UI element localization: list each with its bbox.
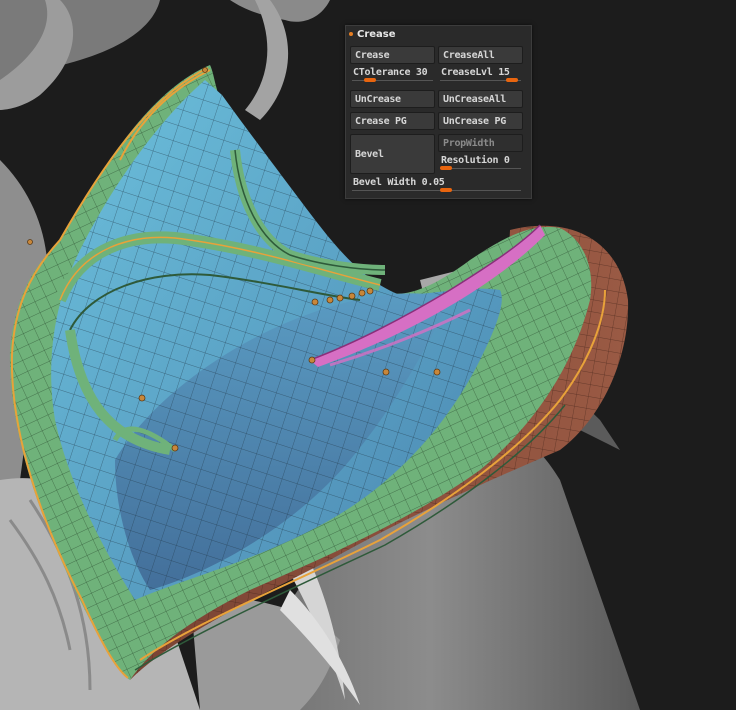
bevel-button[interactable]: Bevel (350, 134, 435, 174)
ctolerance-slider[interactable]: CTolerance 30 (350, 66, 435, 84)
crease-panel-title-label: Crease (357, 29, 396, 40)
resolution-label: Resolution 0 (441, 155, 510, 166)
uncrease-pg-button[interactable]: UnCrease PG (438, 112, 523, 130)
ctolerance-knob[interactable] (364, 78, 376, 82)
resolution-slider[interactable]: Resolution 0 (438, 154, 523, 172)
bevel-width-track (352, 190, 521, 191)
resolution-track (440, 168, 521, 169)
crease-panel: Crease Crease CreaseAll CTolerance 30 Cr… (345, 25, 532, 199)
crease-all-button[interactable]: CreaseAll (438, 46, 523, 64)
crease-lvl-knob[interactable] (506, 78, 518, 82)
prop-width-button[interactable]: PropWidth (438, 134, 523, 152)
bevel-width-slider[interactable]: Bevel Width 0.05 (350, 176, 523, 194)
crease-panel-title[interactable]: Crease (349, 28, 396, 42)
ctolerance-label: CTolerance 30 (353, 67, 428, 78)
crease-lvl-slider[interactable]: CreaseLvl 15 (438, 66, 523, 84)
crease-lvl-label: CreaseLvl 15 (441, 67, 510, 78)
uncrease-button[interactable]: UnCrease (350, 90, 435, 108)
uncrease-all-button[interactable]: UnCreaseAll (438, 90, 523, 108)
resolution-knob[interactable] (440, 166, 452, 170)
bevel-width-label: Bevel Width 0.05 (353, 177, 445, 188)
collapse-dot-icon (349, 32, 353, 36)
crease-button[interactable]: Crease (350, 46, 435, 64)
crease-pg-button[interactable]: Crease PG (350, 112, 435, 130)
bevel-width-knob[interactable] (440, 188, 452, 192)
